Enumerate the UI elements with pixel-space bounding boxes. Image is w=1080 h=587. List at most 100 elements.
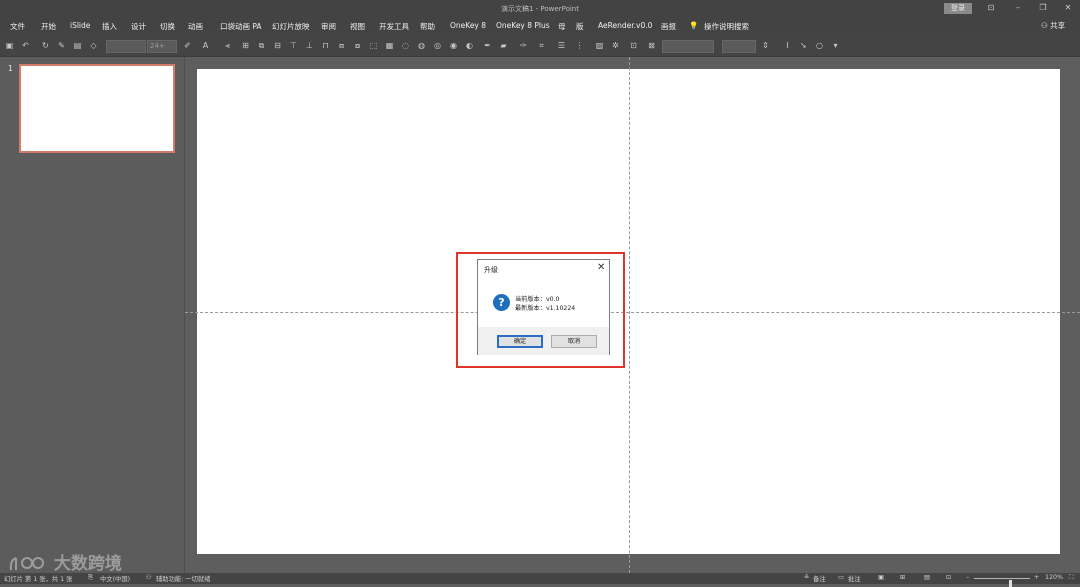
slide-number: 1 — [8, 64, 13, 73]
width-field[interactable] — [662, 40, 714, 53]
horizontal-guide[interactable] — [185, 312, 1080, 313]
tab-review[interactable]: 审阅 — [321, 21, 336, 32]
spellcheck-icon[interactable]: ⎘ — [88, 574, 93, 582]
ok-button[interactable]: 确定 — [497, 335, 543, 348]
language-indicator[interactable]: 中文(中国) — [100, 574, 130, 583]
pointer-icon[interactable]: ➘ — [798, 40, 809, 51]
tab-pocket-animation[interactable]: 口袋动画 PA — [220, 21, 262, 32]
eyedropper-icon[interactable]: ✐ — [182, 40, 193, 51]
tab-design[interactable]: 设计 — [131, 21, 146, 32]
italic-icon[interactable]: I — [782, 40, 793, 51]
bring-forward-icon[interactable]: ⬚ — [368, 40, 379, 51]
slideshow-icon[interactable]: ⊡ — [946, 574, 951, 581]
share-button[interactable]: ⚇ 共享 — [1041, 20, 1065, 31]
format-painter-icon[interactable]: ✎ — [56, 40, 67, 51]
combine-icon[interactable]: ◍ — [416, 40, 427, 51]
latest-version-value: v1.10224 — [545, 305, 576, 312]
fragment-icon[interactable]: ◎ — [432, 40, 443, 51]
subtract-icon[interactable]: ◐ — [464, 40, 475, 51]
distribute-icon[interactable]: ⊟ — [272, 40, 283, 51]
undo-icon[interactable]: ↶ — [20, 40, 31, 51]
notes-button[interactable]: 备注 — [813, 574, 826, 583]
circle-icon[interactable]: ○ — [814, 40, 825, 51]
quick-toolbar: ▣ ↶ ↻ ✎ ▤ ◇ 24+ ✐ A ⫷ ⊞ ⧉ ⊟ ⊤ ⊥ ⊓ ⧈ ⧇ ⬚ … — [0, 36, 1080, 57]
comments-button[interactable]: 批注 — [848, 574, 861, 583]
tab-help[interactable]: 帮助 — [420, 21, 435, 32]
text-box-icon[interactable]: ☰ — [556, 40, 567, 51]
minimize-icon[interactable]: – — [1011, 3, 1025, 13]
reading-view-icon[interactable]: ▤ — [924, 574, 930, 581]
zoom-in-icon[interactable]: + — [1034, 574, 1039, 581]
align-center-icon[interactable]: ⊞ — [240, 40, 251, 51]
tab-mu[interactable]: 母 — [558, 21, 566, 32]
notes-icon[interactable]: ≙ — [804, 574, 809, 581]
shape-icon[interactable]: ◇ — [88, 40, 99, 51]
cancel-button[interactable]: 取消 — [551, 335, 597, 348]
tab-file[interactable]: 文件 — [10, 21, 25, 32]
slide-sorter-icon[interactable]: ⊞ — [900, 574, 905, 581]
align-top-icon[interactable]: ⊤ — [288, 40, 299, 51]
tab-islide[interactable]: iSlide — [70, 21, 90, 30]
tab-aerender[interactable]: AeRender.v0.0 — [598, 21, 652, 30]
tab-home[interactable]: 开始 — [41, 21, 56, 32]
slide-icon[interactable]: ▤ — [72, 40, 83, 51]
tab-ban[interactable]: 版 — [576, 21, 584, 32]
maximize-icon[interactable]: ❐ — [1036, 3, 1050, 13]
font-name-select[interactable] — [106, 40, 146, 53]
dialog-footer: 确定 取消 — [478, 327, 609, 355]
crop-icon[interactable]: ⊡ — [628, 40, 639, 51]
align-middle-icon[interactable]: ⊥ — [304, 40, 315, 51]
tab-animations[interactable]: 动画 — [188, 21, 203, 32]
tab-view[interactable]: 视图 — [350, 21, 365, 32]
picture-icon[interactable]: ▨ — [594, 40, 605, 51]
send-backward-icon[interactable]: ▦ — [384, 40, 395, 51]
fill-icon[interactable]: ▰ — [498, 40, 509, 51]
ribbon-display-options-icon[interactable]: ⊡ — [984, 3, 998, 13]
zoom-out-icon[interactable]: – — [966, 574, 969, 581]
fit-to-window-icon[interactable]: ⛶ — [1069, 574, 1073, 582]
font-size-select[interactable]: 24+ — [147, 40, 177, 53]
close-icon[interactable]: ✕ — [597, 262, 605, 273]
zoom-slider[interactable] — [974, 578, 1030, 587]
tab-developer[interactable]: 开发工具 — [379, 21, 409, 32]
accessibility-status[interactable]: 辅助功能: 一切就绪 — [156, 574, 211, 583]
lock-icon[interactable]: ⇕ — [760, 40, 771, 51]
tab-onekey8-plus[interactable]: OneKey 8 Plus — [496, 21, 550, 30]
normal-view-icon[interactable]: ▣ — [878, 574, 884, 581]
tab-onekey8[interactable]: OneKey 8 — [450, 21, 486, 30]
comments-icon[interactable]: ▭ — [838, 574, 844, 581]
tell-me-search[interactable]: 操作说明搜索 — [704, 21, 749, 32]
close-icon[interactable]: ✕ — [1061, 3, 1075, 13]
intersect-icon[interactable]: ◉ — [448, 40, 459, 51]
redo-icon[interactable]: ↻ — [40, 40, 51, 51]
align-bottom-icon[interactable]: ⊓ — [320, 40, 331, 51]
font-color-icon[interactable]: A — [200, 40, 211, 51]
settings-icon[interactable]: ✲ — [610, 40, 621, 51]
align-right-icon[interactable]: ⧉ — [256, 40, 267, 51]
more-icon[interactable]: ▾ — [830, 40, 841, 51]
union-icon[interactable]: ◌ — [400, 40, 411, 51]
vertical-guide[interactable] — [629, 57, 630, 573]
zoom-level[interactable]: 120% — [1045, 574, 1063, 581]
effects-icon[interactable]: ⌗ — [536, 40, 547, 51]
person-icon: ⚇ — [1041, 21, 1051, 30]
slide-info: 幻灯片 第 1 张，共 1 张 — [4, 576, 73, 583]
align-left-icon[interactable]: ⫷ — [222, 40, 233, 51]
pen-icon[interactable]: ✒ — [482, 40, 493, 51]
tab-slideshow[interactable]: 幻灯片放映 — [272, 21, 310, 32]
save-icon[interactable]: ▣ — [4, 40, 15, 51]
outline-icon[interactable]: ✑ — [518, 40, 529, 51]
ungroup-icon[interactable]: ⧇ — [352, 40, 363, 51]
accessibility-icon[interactable]: ⚇ — [146, 574, 152, 581]
bullets-icon[interactable]: ⋮ — [574, 40, 585, 51]
tab-insert[interactable]: 插入 — [102, 21, 117, 32]
height-field[interactable] — [722, 40, 756, 53]
group-icon[interactable]: ⧈ — [336, 40, 347, 51]
slide-thumbnail[interactable] — [19, 64, 175, 153]
tab-transitions[interactable]: 切换 — [160, 21, 175, 32]
title-bar: 演示文稿1 - PowerPoint 登录 ⊡ – ❐ ✕ — [0, 0, 1080, 16]
arrange-icon[interactable]: ⊠ — [646, 40, 657, 51]
login-button[interactable]: 登录 — [944, 3, 972, 14]
pane-divider[interactable] — [184, 57, 185, 573]
tab-huabao[interactable]: 画报 — [661, 21, 676, 32]
